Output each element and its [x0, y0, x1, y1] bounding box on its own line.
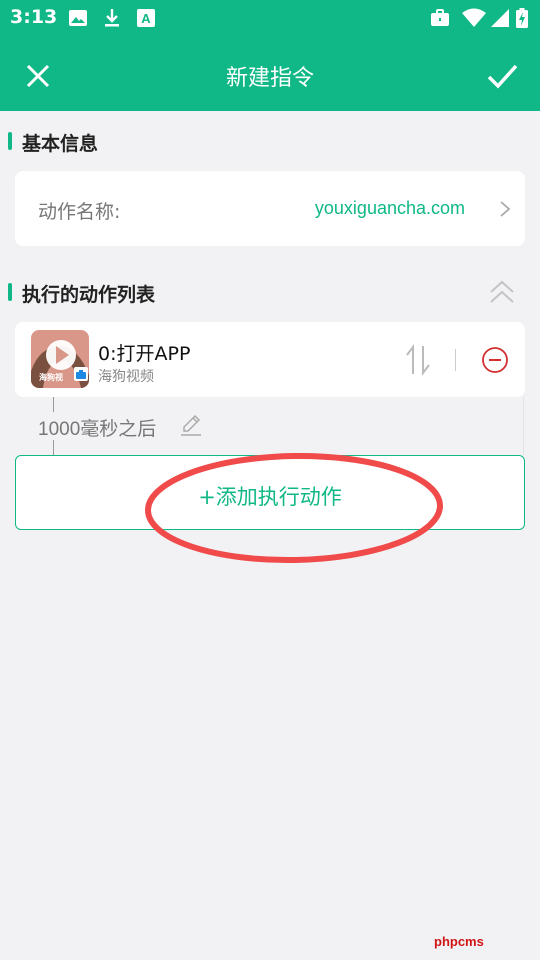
action-name-row[interactable]: 动作名称: youxiguancha.com: [15, 171, 525, 246]
app-bar: 新建指令: [0, 38, 540, 111]
divider: [455, 349, 456, 371]
font-icon: A: [137, 9, 155, 27]
app-icon: 海狗视: [31, 330, 89, 388]
download-icon: [105, 9, 119, 27]
svg-text:A: A: [141, 11, 151, 26]
app-icon-caption: 海狗视: [39, 373, 63, 382]
timeline-connector: [53, 440, 54, 455]
action-name-value: youxiguancha.com: [314, 198, 465, 218]
section-title-action-list: 执行的动作列表: [22, 284, 156, 306]
add-action-button[interactable]: +添加执行动作: [15, 455, 525, 530]
timeline-connector: [53, 397, 54, 412]
action-title: 0:打开APP: [98, 343, 191, 365]
signal-icon: [491, 9, 509, 27]
status-bar: 3:13 A: [0, 0, 540, 38]
action-item[interactable]: 海狗视 0:打开APP 海狗视频: [15, 322, 525, 397]
chevron-right-icon: [500, 201, 511, 217]
check-icon[interactable]: [482, 56, 522, 96]
collapse-icon[interactable]: [488, 278, 516, 306]
add-action-label: +添加执行动作: [198, 485, 342, 509]
remove-icon[interactable]: [481, 346, 509, 374]
timeline-edge: [523, 397, 524, 455]
action-name-label: 动作名称:: [38, 201, 121, 223]
delay-text[interactable]: 1000毫秒之后: [38, 414, 156, 441]
action-subtitle: 海狗视频: [98, 369, 154, 385]
section-accent-bar: [8, 283, 12, 301]
page-title: 新建指令: [225, 66, 314, 91]
status-time: 3:13: [10, 6, 58, 28]
section-accent-bar: [8, 132, 12, 150]
edit-icon[interactable]: [179, 413, 203, 437]
wifi-icon: [462, 8, 486, 27]
reorder-icon[interactable]: [405, 344, 431, 376]
section-title-basic-info: 基本信息: [22, 133, 99, 155]
image-icon: [69, 10, 87, 26]
battery-charging-icon: [516, 8, 528, 28]
watermark: phpcms: [434, 934, 484, 949]
briefcase-icon: [431, 9, 449, 26]
